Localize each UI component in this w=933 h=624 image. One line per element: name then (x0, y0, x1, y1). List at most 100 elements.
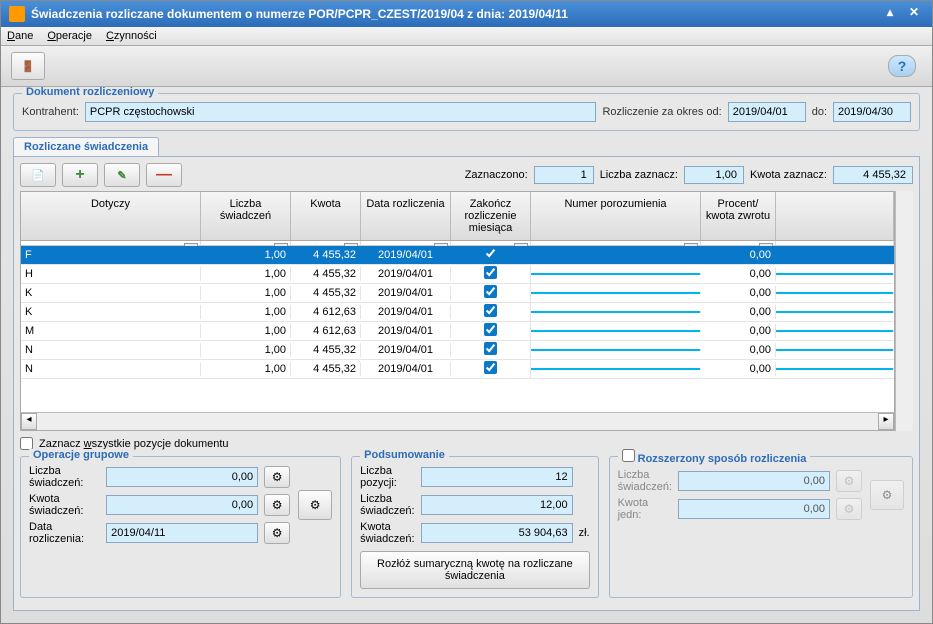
okres-do-input[interactable] (833, 102, 911, 122)
cell-procent: 0,00 (701, 305, 776, 319)
op-data-apply[interactable]: ⚙ (264, 522, 290, 544)
table-row[interactable]: N1,004 455,322019/04/010,00 (21, 360, 894, 379)
col-dotyczy[interactable]: Dotyczy (21, 192, 201, 240)
col-liczba[interactable]: Liczba świadczeń (201, 192, 291, 240)
main-window: Świadczenia rozliczane dokumentem o nume… (0, 0, 933, 624)
cell-zakoncz (451, 246, 531, 264)
grid-vscroll[interactable] (895, 191, 913, 431)
table-row[interactable]: N1,004 455,322019/04/010,00 (21, 341, 894, 360)
col-procent[interactable]: Procent/ kwota zwrotu (701, 192, 776, 240)
cell-liczba: 1,00 (201, 324, 291, 338)
cell-kwota: 4 455,32 (291, 248, 361, 262)
minus-icon: — (156, 166, 172, 184)
cell-liczba: 1,00 (201, 267, 291, 281)
pods-liczba-val (421, 495, 573, 515)
cell-procent: 0,00 (701, 286, 776, 300)
add-button[interactable]: + (62, 163, 98, 187)
cell-dotyczy: M (21, 324, 201, 338)
tab-rozliczane[interactable]: Rozliczane świadczenia (13, 137, 159, 156)
menu-operacje[interactable]: Operacje (47, 30, 92, 42)
grid: Dotyczy Liczba świadczeń Kwota Data rozl… (20, 191, 895, 431)
col-kwota[interactable]: Kwota (291, 192, 361, 240)
edit-button[interactable]: ✎ (104, 163, 140, 187)
rozloz-button[interactable]: Rozłóż sumaryczną kwotę na rozliczane św… (360, 551, 589, 589)
op-data-input[interactable] (106, 523, 258, 543)
cell-rest (776, 311, 894, 313)
cell-rest (776, 254, 894, 256)
zakoncz-checkbox[interactable] (484, 266, 497, 279)
op-liczba-apply[interactable]: ⚙ (264, 466, 290, 488)
apply-icon: ⚙ (844, 474, 855, 488)
zakoncz-checkbox[interactable] (484, 323, 497, 336)
zakoncz-checkbox[interactable] (484, 304, 497, 317)
apply-all-icon: ⚙ (882, 488, 893, 502)
cell-data: 2019/04/01 (361, 305, 451, 319)
apply-icon: ⚙ (272, 498, 283, 512)
op-liczba-label: Liczba świadczeń: (29, 465, 100, 489)
rozsz-legend: Rozszerzony sposób rozliczenia (618, 449, 811, 465)
op-apply-all[interactable]: ⚙ (298, 490, 332, 520)
exit-button[interactable]: 🚪 (11, 52, 45, 80)
rozsz-checkbox[interactable] (622, 449, 635, 462)
podsumowanie-group: Podsumowanie Liczba pozycji: Liczba świa… (351, 456, 598, 598)
scroll-left-icon[interactable]: ◂ (21, 413, 37, 430)
grid-body[interactable]: F1,004 455,322019/04/010,00H1,004 455,32… (21, 246, 894, 412)
tab-panel: 📄 + ✎ — Zaznaczono: 1 Liczba zaznacz: 1,… (13, 156, 920, 611)
dokument-group: Dokument rozliczeniowy Kontrahent: Rozli… (13, 93, 920, 131)
apply-icon: ⚙ (272, 470, 283, 484)
cell-liczba: 1,00 (201, 248, 291, 262)
rozsz-legend-text: Rozszerzony sposób rozliczenia (638, 453, 807, 465)
liczba-zazn-value: 1,00 (684, 166, 744, 184)
scroll-right-icon[interactable]: ▸ (878, 413, 894, 430)
operacje-group: Operacje grupowe Liczba świadczeń: ⚙ Kwo… (20, 456, 341, 598)
cell-data: 2019/04/01 (361, 267, 451, 281)
cell-data: 2019/04/01 (361, 248, 451, 262)
rozsz-liczba-input (678, 471, 830, 491)
zakoncz-checkbox[interactable] (484, 247, 497, 260)
table-row[interactable]: K1,004 612,632019/04/010,00 (21, 303, 894, 322)
cell-data: 2019/04/01 (361, 343, 451, 357)
pods-liczba-label: Liczba świadczeń: (360, 493, 414, 517)
menu-dane[interactable]: Dane (7, 30, 33, 42)
cell-data: 2019/04/01 (361, 324, 451, 338)
cell-zakoncz (451, 284, 531, 302)
kwota-zazn-value: 4 455,32 (833, 166, 913, 184)
table-row[interactable]: M1,004 612,632019/04/010,00 (21, 322, 894, 341)
op-kwota-input[interactable] (106, 495, 258, 515)
op-kwota-apply[interactable]: ⚙ (264, 494, 290, 516)
new-button[interactable]: 📄 (20, 163, 56, 187)
kontrahent-input[interactable] (85, 102, 597, 122)
close-button[interactable]: ✕ (904, 5, 924, 23)
grid-hscroll[interactable]: ◂ ▸ (21, 412, 894, 430)
okres-od-input[interactable] (728, 102, 806, 122)
cell-procent: 0,00 (701, 267, 776, 281)
window-title: Świadczenia rozliczane dokumentem o nume… (31, 7, 568, 21)
cell-numer (531, 349, 701, 351)
zakoncz-checkbox[interactable] (484, 342, 497, 355)
zakoncz-checkbox[interactable] (484, 361, 497, 374)
col-numer[interactable]: Numer porozumienia (531, 192, 701, 240)
cell-liczba: 1,00 (201, 362, 291, 376)
cell-liczba: 1,00 (201, 286, 291, 300)
col-zakoncz[interactable]: Zakończ rozliczenie miesiąca (451, 192, 531, 240)
cell-zakoncz (451, 360, 531, 378)
menu-czynnosci[interactable]: Czynności (106, 30, 157, 42)
op-liczba-input[interactable] (106, 467, 258, 487)
zakoncz-checkbox[interactable] (484, 285, 497, 298)
table-row[interactable]: H1,004 455,322019/04/010,00 (21, 265, 894, 284)
help-button[interactable]: ? (888, 55, 916, 77)
remove-button[interactable]: — (146, 163, 182, 187)
cell-procent: 0,00 (701, 343, 776, 357)
pods-kwota-val (421, 523, 573, 543)
cell-numer (531, 292, 701, 294)
table-row[interactable]: K1,004 455,322019/04/010,00 (21, 284, 894, 303)
cell-liczba: 1,00 (201, 343, 291, 357)
table-row[interactable]: F1,004 455,322019/04/010,00 (21, 246, 894, 265)
col-data[interactable]: Data rozliczenia (361, 192, 451, 240)
cell-liczba: 1,00 (201, 305, 291, 319)
cell-dotyczy: N (21, 343, 201, 357)
dokument-legend: Dokument rozliczeniowy (22, 87, 158, 98)
operacje-legend: Operacje grupowe (29, 449, 133, 461)
minimize-button[interactable]: ▴ (880, 5, 900, 23)
do-label: do: (812, 106, 827, 118)
